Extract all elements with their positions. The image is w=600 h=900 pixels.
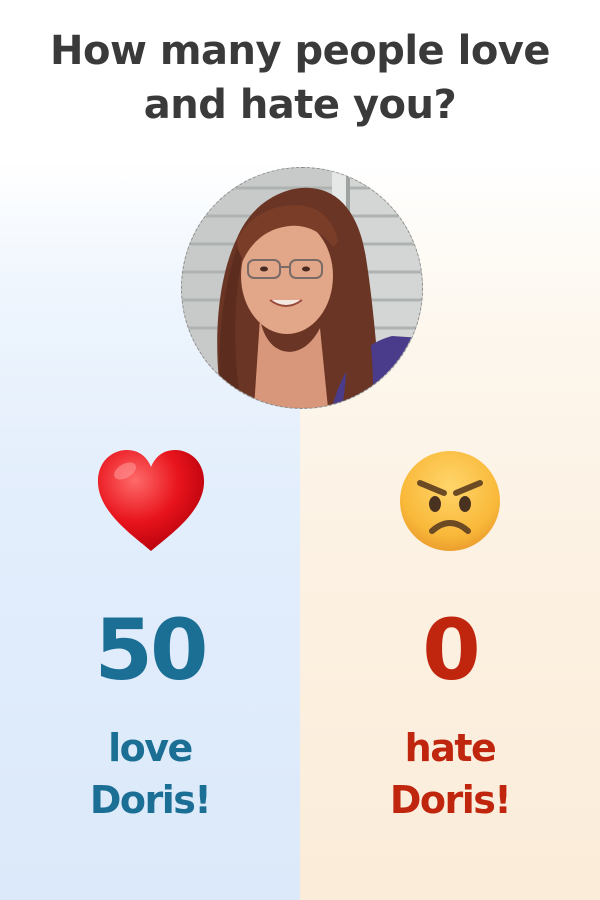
love-name: Doris! — [89, 778, 212, 822]
love-label: love — [108, 726, 193, 770]
profile-photo — [181, 167, 423, 409]
love-count: 50 — [94, 601, 209, 699]
heart-icon — [95, 447, 207, 553]
angry-face-icon — [398, 449, 502, 553]
title-line-2: and hate you? — [143, 82, 457, 128]
love-caption: love Doris! — [0, 722, 300, 826]
hate-count: 0 — [422, 601, 480, 699]
hate-name: Doris! — [389, 778, 512, 822]
hate-caption: hate Doris! — [300, 722, 600, 826]
hate-label: hate — [404, 726, 497, 770]
page-title: How many people love and hate you? — [0, 24, 600, 132]
title-line-1: How many people love — [49, 28, 551, 74]
